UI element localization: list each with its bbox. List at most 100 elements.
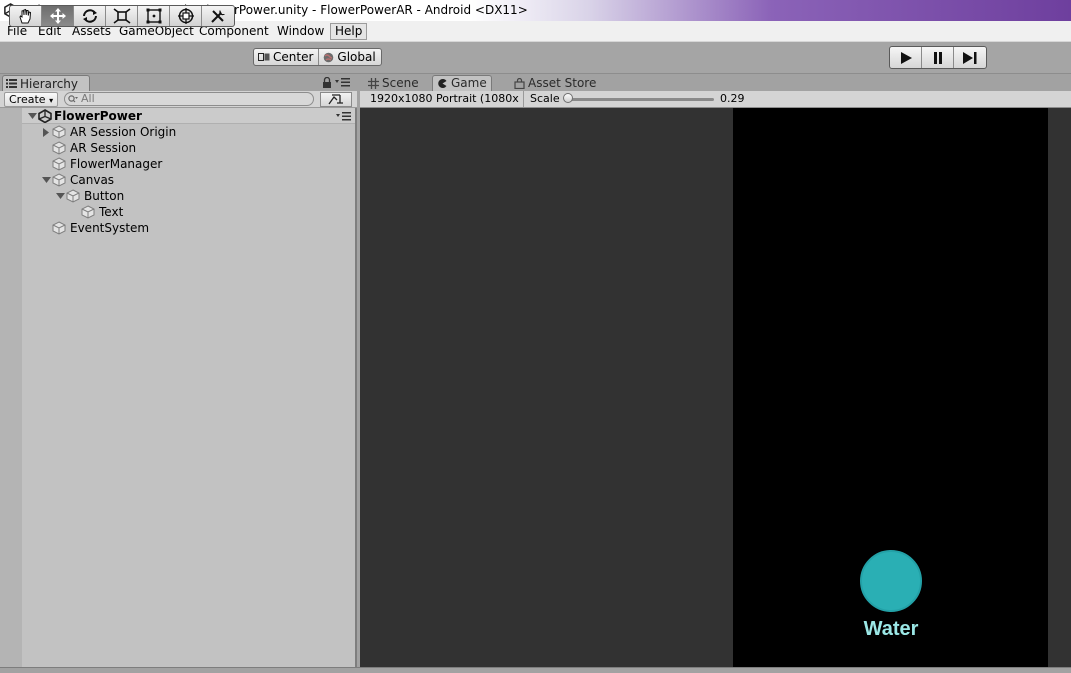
search-placeholder: All <box>81 92 95 105</box>
scene-name: FlowerPower <box>54 109 142 123</box>
scale-value: 0.29 <box>720 92 745 105</box>
gameobject-cube-icon <box>52 141 66 155</box>
transform-tools <box>9 5 235 27</box>
move-tool-button[interactable] <box>42 6 74 26</box>
expanded-arrow-icon[interactable] <box>54 188 66 204</box>
hierarchy-tab-bar: Hierarchy <box>0 75 357 91</box>
scale-tool-button[interactable] <box>106 6 138 26</box>
hierarchy-gutter <box>0 108 22 667</box>
scale-tool-icon <box>113 8 130 24</box>
hierarchy-search-input[interactable]: All <box>64 92 314 106</box>
hierarchy-toolbar: Create ▾ All <box>0 91 357 108</box>
resolution-label: 1920x1080 Portrait (1080x <box>370 92 519 105</box>
pivot-rotation-button[interactable]: Global <box>319 49 380 65</box>
hierarchy-item-ar-session[interactable]: AR Session <box>52 140 136 156</box>
scale-slider-thumb[interactable] <box>563 93 573 103</box>
tab-scene-label: Scene <box>382 75 419 90</box>
globe-icon <box>324 52 334 62</box>
custom-tool-icon <box>211 10 225 23</box>
hand-tool-button[interactable] <box>10 6 42 26</box>
water-button-label: Water <box>863 618 919 640</box>
expanded-arrow-icon[interactable] <box>26 108 38 124</box>
scale-slider-track[interactable] <box>570 98 714 101</box>
hierarchy-item-eventsystem[interactable]: EventSystem <box>52 220 149 236</box>
panel-menu-icon[interactable] <box>335 78 350 87</box>
hierarchy-item-label: Button <box>84 189 125 203</box>
tab-game[interactable]: Game <box>432 75 492 91</box>
hierarchy-item-label: Canvas <box>70 173 115 187</box>
rotate-tool-icon <box>82 9 97 23</box>
list-icon <box>6 79 17 88</box>
hierarchy-item-flowermanager[interactable]: FlowerManager <box>52 156 162 172</box>
scene-root[interactable]: FlowerPower <box>26 108 142 124</box>
shopping-bag-icon <box>514 77 525 89</box>
rect-tool-icon <box>146 8 161 24</box>
hand-tool-icon <box>18 8 31 24</box>
tab-scene[interactable]: Scene <box>364 75 423 91</box>
step-icon <box>963 51 977 64</box>
pivot-rotation-label: Global <box>337 50 376 64</box>
move-tool-icon <box>49 8 66 24</box>
step-button[interactable] <box>954 47 986 68</box>
scale-label: Scale <box>530 92 560 105</box>
hierarchy-item-label: FlowerManager <box>70 157 163 171</box>
hierarchy-item-button[interactable]: Button <box>54 188 124 204</box>
tab-asset-store-label: Asset Store <box>528 75 597 90</box>
gameobject-cube-icon <box>66 189 80 203</box>
transform-tool-button[interactable] <box>170 6 202 26</box>
water-button[interactable] <box>860 550 922 612</box>
pause-icon <box>933 51 942 64</box>
pivot-center-icon <box>258 53 270 61</box>
rect-tool-button[interactable] <box>138 6 170 26</box>
hierarchy-item-text[interactable]: Text <box>81 204 123 220</box>
dropdown-arrow-icon: ▾ <box>49 96 54 105</box>
hierarchy-item-label: AR Session Origin <box>70 125 177 139</box>
pivot-mode-button[interactable]: Center <box>254 49 320 65</box>
play-controls <box>889 46 987 69</box>
unity-scene-icon <box>38 109 52 123</box>
hierarchy-item-canvas[interactable]: Canvas <box>40 172 114 188</box>
play-button[interactable] <box>890 47 922 68</box>
tab-hierarchy-label: Hierarchy <box>20 76 79 91</box>
hierarchy-item-ar-session-origin[interactable]: AR Session Origin <box>40 124 176 140</box>
gameobject-cube-icon <box>81 205 95 219</box>
create-label: Create <box>9 93 46 106</box>
dropdown-arrow-icon: ⇕ <box>522 95 523 104</box>
gameobject-cube-icon <box>52 221 66 235</box>
play-icon <box>900 51 912 64</box>
collapsed-arrow-icon[interactable] <box>40 124 52 140</box>
hierarchy-item-label: AR Session <box>70 141 137 155</box>
grid-icon <box>368 77 379 89</box>
hierarchy-filter-icon <box>328 94 343 105</box>
gameobject-cube-icon <box>52 173 66 187</box>
tab-game-label: Game <box>451 76 487 90</box>
pacman-icon <box>438 79 447 88</box>
create-dropdown[interactable]: Create ▾ <box>4 92 59 107</box>
pause-button[interactable] <box>922 47 954 68</box>
hierarchy-panel: FlowerPower AR Session Origin AR Session… <box>0 108 357 667</box>
hierarchy-item-label: Text <box>99 205 124 219</box>
tab-hierarchy[interactable]: Hierarchy <box>2 75 90 91</box>
gameobject-cube-icon <box>52 125 66 139</box>
game-view-toolbar: 1920x1080 Portrait (1080x ⇕ Scale 0.29 <box>360 91 1071 108</box>
rotate-tool-button[interactable] <box>74 6 106 26</box>
scene-visibility-button[interactable] <box>320 92 352 107</box>
tab-asset-store[interactable]: Asset Store <box>510 75 600 91</box>
search-icon <box>68 95 78 103</box>
custom-tool-button[interactable] <box>202 6 234 26</box>
game-view: Water <box>360 108 1071 667</box>
resolution-dropdown[interactable]: 1920x1080 Portrait (1080x ⇕ <box>364 91 524 107</box>
pivot-mode-label: Center <box>273 50 314 64</box>
lock-icon[interactable] <box>322 77 332 88</box>
scene-menu-icon[interactable] <box>336 112 351 121</box>
transform-tool-icon <box>177 8 194 24</box>
menu-window[interactable]: Window <box>273 23 328 40</box>
gameobject-cube-icon <box>52 157 66 171</box>
status-bar <box>0 667 1071 673</box>
game-screen: Water <box>733 108 1048 667</box>
expanded-arrow-icon[interactable] <box>40 172 52 188</box>
pivot-toggles: Center Global <box>253 48 382 66</box>
view-tab-bar: Scene Game Asset Store <box>360 75 1071 91</box>
menu-help[interactable]: Help <box>330 23 368 40</box>
hierarchy-item-label: EventSystem <box>70 221 150 235</box>
